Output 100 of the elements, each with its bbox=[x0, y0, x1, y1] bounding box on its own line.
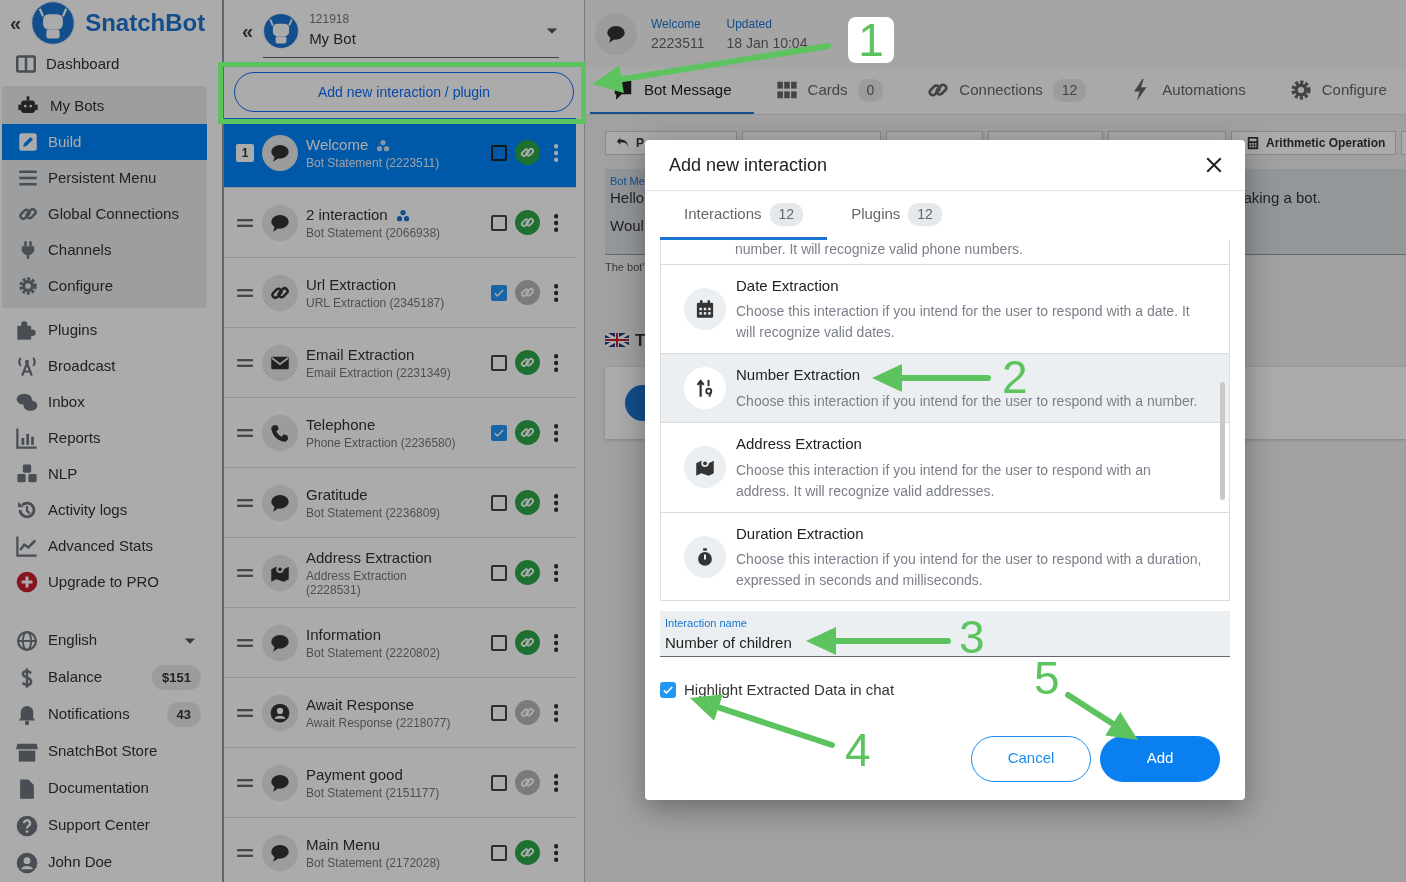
tab[interactable]: Automations bbox=[1108, 68, 1268, 114]
user-icon bbox=[16, 851, 38, 874]
sidebar-item[interactable]: Advanced Stats bbox=[0, 528, 207, 564]
sidebar-item[interactable]: Broadcast bbox=[0, 348, 207, 384]
order-number: 1 bbox=[236, 143, 254, 162]
sidebar-item[interactable]: Configure bbox=[2, 268, 207, 304]
interaction-row[interactable]: 2 interaction Bot Statement (2066938) bbox=[224, 188, 576, 258]
count-badge: 0 bbox=[857, 78, 884, 102]
kebab-menu-icon[interactable] bbox=[553, 213, 558, 232]
interaction-row[interactable]: 1 Welcome Bot Statement (2223511) bbox=[224, 118, 576, 188]
count-badge: 12 bbox=[908, 202, 942, 226]
kebab-menu-icon[interactable] bbox=[553, 493, 558, 512]
sort-icon bbox=[695, 378, 715, 399]
checkbox[interactable] bbox=[490, 494, 507, 511]
sidebar-item[interactable]: Dashboard bbox=[0, 46, 207, 82]
sidebar-item[interactable]: Activity logs bbox=[0, 492, 207, 528]
tab[interactable]: Plugins 12 bbox=[827, 191, 966, 240]
checkbox[interactable] bbox=[660, 682, 676, 699]
tab[interactable]: Configure bbox=[1267, 68, 1406, 114]
cubes-icon bbox=[16, 463, 38, 485]
interaction-row[interactable]: Information Bot Statement (2220802) bbox=[224, 608, 576, 678]
connection-status[interactable] bbox=[514, 630, 540, 655]
checkbox[interactable] bbox=[490, 284, 507, 301]
interaction-option[interactable]: Duration Extraction Choose this interaction if you intend for the user to respond with a duration, expressed in seconds and milliseconds. bbox=[661, 512, 1229, 600]
kebab-menu-icon[interactable] bbox=[553, 563, 558, 582]
sidebar-label: John Doe bbox=[48, 852, 113, 873]
stopwatch-icon bbox=[695, 546, 715, 567]
sidebar-item[interactable]: Plugins bbox=[0, 312, 207, 348]
checkbox[interactable] bbox=[490, 774, 507, 791]
interaction-type: Bot Statement (2172028) bbox=[306, 856, 442, 871]
sidebar-item[interactable]: Channels bbox=[2, 232, 207, 268]
interaction-row[interactable]: Email Extraction Email Extraction (2231349) bbox=[224, 328, 576, 398]
bot-selector[interactable]: 121918 My Bot bbox=[263, 4, 559, 58]
tab[interactable]: Cards 0 bbox=[753, 68, 906, 114]
interaction-type: Bot Statement (2066938) bbox=[306, 226, 442, 241]
count-badge: 12 bbox=[769, 202, 804, 226]
interaction-row[interactable]: Telephone Phone Extraction (2236580) bbox=[224, 398, 576, 468]
sidebar-item[interactable]: SnatchBot Store bbox=[0, 733, 207, 770]
cancel-button[interactable]: Cancel bbox=[971, 735, 1091, 782]
grid-icon bbox=[775, 79, 798, 101]
sidebar-item[interactable]: Persistent Menu bbox=[2, 160, 207, 196]
add-button[interactable]: Add bbox=[1100, 735, 1220, 782]
interaction-row[interactable]: Url Extraction URL Extraction (2345187) bbox=[224, 258, 576, 328]
kebab-menu-icon[interactable] bbox=[553, 353, 558, 372]
checkbox[interactable] bbox=[490, 424, 507, 441]
interaction-title: Telephone bbox=[306, 415, 376, 436]
sidebar-item[interactable]: Balance $151 bbox=[0, 659, 207, 696]
sidebar-item[interactable]: Documentation bbox=[0, 770, 207, 807]
checkbox[interactable] bbox=[490, 634, 507, 651]
sidebar-item[interactable]: Support Center bbox=[0, 807, 207, 844]
step-number: 3 bbox=[959, 614, 985, 660]
connection-status[interactable] bbox=[514, 560, 540, 585]
sidebar-item[interactable]: John Doe bbox=[0, 844, 207, 881]
connection-status[interactable] bbox=[514, 420, 540, 445]
option-description: Choose this interaction if you intend for the user to respond with a date. It will recognize valid dates. bbox=[736, 302, 1191, 343]
kebab-menu-icon[interactable] bbox=[553, 423, 558, 442]
checkbox[interactable] bbox=[490, 564, 507, 581]
connection-status[interactable] bbox=[514, 210, 540, 235]
close-button[interactable] bbox=[1205, 156, 1223, 174]
connection-status[interactable] bbox=[514, 840, 540, 865]
kebab-menu-icon[interactable] bbox=[553, 633, 558, 652]
kebab-menu-icon[interactable] bbox=[553, 843, 558, 862]
kebab-menu-icon[interactable] bbox=[553, 773, 558, 792]
connection-status[interactable] bbox=[514, 350, 540, 375]
sidebar-item[interactable]: Reports bbox=[0, 420, 207, 456]
interaction-type: Bot Statement (2236809) bbox=[306, 506, 442, 521]
edit-icon bbox=[18, 132, 38, 152]
interaction-type: Bot Statement (2223511) bbox=[306, 156, 441, 171]
checkbox[interactable] bbox=[490, 844, 507, 861]
scrollbar[interactable] bbox=[1220, 382, 1225, 500]
add-interaction-button[interactable]: Add new interaction / plugin bbox=[234, 72, 574, 112]
interaction-row[interactable]: Gratitude Bot Statement (2236809) bbox=[224, 468, 576, 538]
tab[interactable]: Interactions 12 bbox=[660, 191, 828, 240]
interaction-row[interactable]: Await Response Await Response (2218077) bbox=[224, 678, 576, 748]
connection-status[interactable] bbox=[514, 490, 540, 515]
interaction-row[interactable]: Address Extraction Address Extraction (2228531) bbox=[224, 538, 576, 608]
connection-status[interactable] bbox=[514, 140, 540, 165]
interaction-row[interactable]: Main Menu Bot Statement (2172028) bbox=[224, 818, 576, 882]
toolbar-button[interactable]: Arithmetic Operation bbox=[1231, 131, 1397, 155]
collapse-button[interactable]: « bbox=[10, 13, 22, 33]
sidebar-item[interactable]: English bbox=[0, 622, 207, 659]
sidebar-item[interactable]: NLP bbox=[0, 456, 207, 492]
interaction-title: Information bbox=[306, 625, 382, 646]
checkbox[interactable] bbox=[490, 144, 507, 161]
share-icon bbox=[376, 138, 391, 153]
interaction-type: Phone Extraction (2236580) bbox=[306, 436, 456, 451]
sidebar-item[interactable]: Inbox bbox=[0, 384, 207, 420]
sidebar-item[interactable]: Notifications 43 bbox=[0, 696, 207, 733]
checkbox[interactable] bbox=[490, 214, 507, 231]
checkbox[interactable] bbox=[490, 354, 507, 371]
sidebar-item[interactable]: Global Connections bbox=[2, 196, 207, 232]
kebab-menu-icon[interactable] bbox=[553, 283, 558, 302]
checkbox[interactable] bbox=[490, 704, 507, 721]
kebab-menu-icon[interactable] bbox=[553, 143, 558, 162]
collapse-button[interactable]: « bbox=[242, 21, 254, 41]
interaction-row[interactable]: Payment good Bot Statement (2151177) bbox=[224, 748, 576, 818]
sidebar-label: Dashboard bbox=[46, 53, 120, 74]
sidebar-item[interactable]: Upgrade to PRO bbox=[0, 564, 207, 600]
kebab-menu-icon[interactable] bbox=[553, 703, 558, 722]
tab[interactable]: Connections 12 bbox=[905, 68, 1109, 114]
